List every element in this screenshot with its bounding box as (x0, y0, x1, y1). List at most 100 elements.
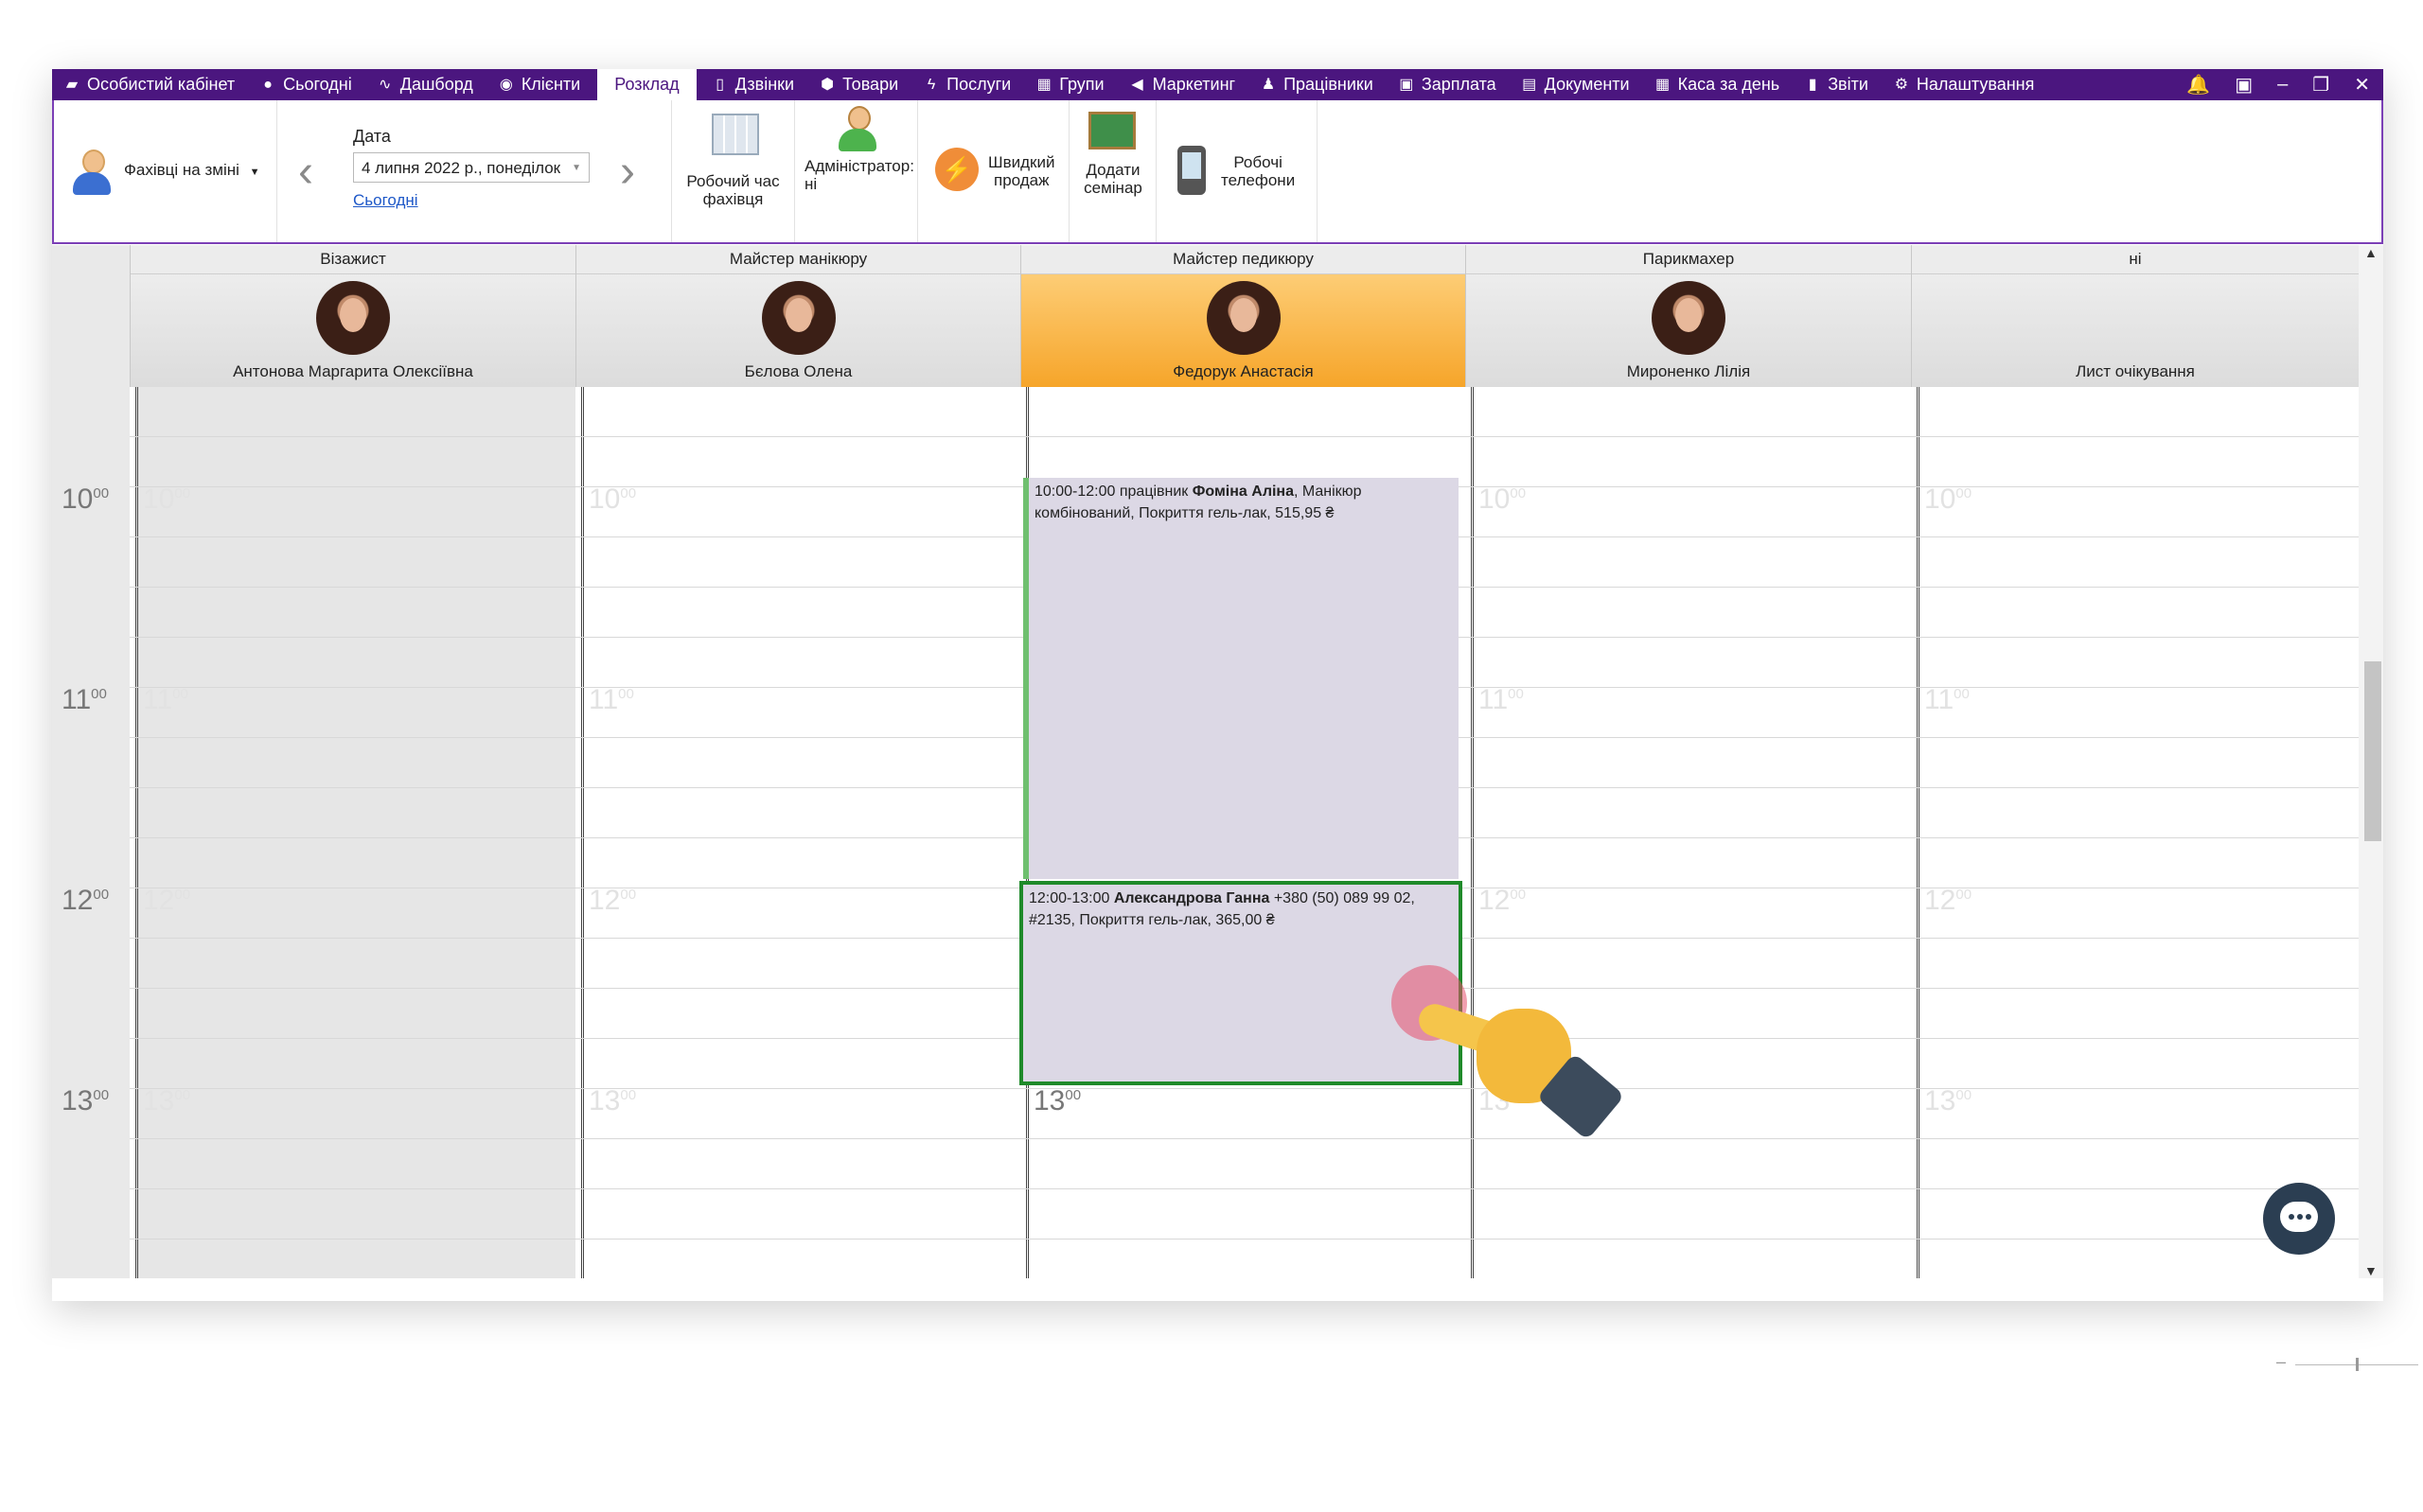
quick-sale-button[interactable]: ⚡ Швидкий продаж (918, 100, 1070, 242)
hour-ghost-label: 1300 (1924, 1085, 1972, 1117)
hour-minutes: 00 (1955, 887, 1972, 903)
hour-minutes: 00 (174, 1087, 191, 1103)
appointment-card[interactable]: 10:00-12:00 працівник Фоміна Аліна, Мані… (1023, 478, 1459, 879)
hour-minutes: 00 (93, 485, 110, 501)
staff-column-header[interactable]: Парикмахер Мироненко Лілія (1465, 245, 1911, 387)
scroll-up-icon[interactable]: ▲ (2364, 245, 2378, 260)
today-link[interactable]: Сьогодні (353, 191, 418, 210)
hour-label: 1100 (62, 684, 107, 716)
quick-sale-label-1: Швидкий (988, 153, 1055, 171)
vertical-scrollbar[interactable]: ▲ ▼ (2359, 245, 2383, 1278)
grid-line (130, 1138, 2359, 1139)
menu-item-14[interactable]: ▮ Звіти (1793, 69, 1882, 100)
menu-item-1[interactable]: ● Сьогодні (248, 69, 365, 100)
date-label: Дата (353, 127, 391, 146)
staff-name: Мироненко Лілія (1626, 362, 1751, 380)
hour-minutes: 00 (1955, 485, 1972, 501)
staff-column-body[interactable] (135, 387, 575, 1278)
menu-item-2[interactable]: ∿ Дашборд (365, 69, 486, 100)
prev-day-button[interactable]: ‹ (298, 146, 313, 198)
hour-minutes: 00 (1508, 686, 1524, 702)
admin-person-icon (837, 106, 878, 153)
chat-bubble-icon (2280, 1202, 2318, 1232)
appointment-time: 12:00-13:00 (1029, 890, 1114, 906)
work-phones-button[interactable]: Робочі телефони (1157, 100, 1318, 242)
hour-value: 11 (143, 684, 173, 715)
add-seminar-button[interactable]: Додати семінар (1070, 100, 1157, 242)
avatar (761, 281, 836, 355)
close-icon[interactable]: ✕ (2354, 73, 2370, 97)
date-value: 4 липня 2022 р., понеділок (362, 159, 561, 177)
hour-value: 10 (143, 483, 175, 515)
minimize-icon[interactable]: – (2277, 74, 2288, 96)
menu-item-9[interactable]: ◀ Маркетинг (1118, 69, 1249, 100)
hour-ghost-label: 1300 (1034, 1085, 1081, 1117)
hour-ghost-label: 1300 (143, 1085, 190, 1117)
hour-ghost-label: 1200 (1924, 885, 1972, 917)
hour-minutes: 00 (1955, 1087, 1972, 1103)
hour-value: 10 (1924, 483, 1956, 515)
menu-item-8[interactable]: ▦ Групи (1024, 69, 1117, 100)
work-time-button[interactable]: Робочий час фахівця (672, 100, 795, 242)
hour-ghost-label: 1100 (1478, 684, 1524, 716)
hour-value: 12 (62, 885, 94, 916)
staff-filter-dropdown[interactable]: Фахівці на зміні ▼ (124, 161, 260, 180)
menu-item-0[interactable]: ▰ Особистий кабінет (52, 69, 248, 100)
menu-item-13[interactable]: ▦ Каса за день (1643, 69, 1794, 100)
menu-item-label: Зарплата (1421, 75, 1496, 94)
zoom-slider[interactable]: – + (2276, 1352, 2423, 1371)
staff-category: Парикмахер (1466, 245, 1911, 274)
menu-item-10[interactable]: ♟ Працівники (1248, 69, 1387, 100)
hour-value: 13 (143, 1085, 175, 1116)
menu-item-5[interactable]: ▯ Дзвінки (700, 69, 807, 100)
document-icon: ▤ (1522, 76, 1537, 93)
menu-item-label: Каса за день (1677, 75, 1780, 94)
staff-category: Майстер манікюру (576, 245, 1020, 274)
hour-ghost-label: 1000 (589, 483, 636, 516)
menu-item-label: Дзвінки (734, 75, 795, 94)
admin-button[interactable]: Адміністратор: ні (795, 100, 918, 242)
menu-item-15[interactable]: ⚙ Налаштування (1882, 69, 2047, 100)
hour-minutes: 00 (93, 1087, 110, 1103)
user-circle-icon: ◉ (499, 76, 513, 93)
menu-item-11[interactable]: ▣ Зарплата (1387, 69, 1510, 100)
menu-item-4[interactable]: Розклад (597, 69, 697, 100)
grid-line (130, 1088, 2359, 1089)
staff-column-header[interactable]: ні Лист очікування (1911, 245, 2359, 387)
staff-column-body[interactable] (581, 387, 1020, 1278)
megaphone-icon: ◀ (1131, 76, 1143, 93)
staff-name: Федорук Анастасія (1173, 362, 1314, 380)
appointment-time: 10:00-12:00 працівник (1035, 483, 1193, 500)
scroll-down-icon[interactable]: ▼ (2364, 1263, 2378, 1278)
date-input[interactable]: 4 липня 2022 р., понеділок ▼ (353, 152, 590, 183)
maximize-icon[interactable]: ❐ (2312, 73, 2329, 97)
window-controls: 🔔 ▣ – ❐ ✕ (2186, 73, 2383, 97)
scroll-thumb[interactable] (2364, 661, 2381, 841)
zoom-out-icon[interactable]: – (2276, 1352, 2286, 1372)
money-icon: ▣ (1399, 76, 1414, 93)
staff-column-header[interactable]: Візажист Антонова Маргарита Олексіївна (130, 245, 575, 387)
staff-column-header[interactable]: Майстер педикюру Федорук Анастасія (1020, 245, 1465, 387)
calendar-grid-icon (712, 114, 759, 155)
lightning-icon: ⚡ (935, 148, 979, 191)
main-menu: ▰ Особистий кабінет ● Сьогодні ∿ Дашборд ◉ Кліє… (52, 69, 2383, 100)
bell-icon[interactable]: 🔔 (2186, 73, 2210, 97)
staff-column-header[interactable]: Майстер манікюру Бєлова Олена (575, 245, 1020, 387)
menu-item-label: Особистий кабінет (87, 75, 236, 94)
menu-item-6[interactable]: ⬢ Товари (807, 69, 911, 100)
hour-ghost-label: 1000 (143, 483, 190, 516)
menu-item-12[interactable]: ▤ Документи (1510, 69, 1643, 100)
hour-value: 11 (589, 684, 619, 715)
hour-minutes: 00 (620, 1087, 637, 1103)
menu-item-7[interactable]: ϟ Послуги (911, 69, 1024, 100)
schedule-toolbar: Фахівці на зміні ▼ ‹ Дата 4 липня 2022 р… (52, 100, 2383, 244)
hour-minutes: 00 (620, 485, 637, 501)
clipboard-icon[interactable]: ▣ (2235, 73, 2253, 97)
zoom-handle[interactable] (2356, 1358, 2359, 1371)
chat-button[interactable] (2263, 1183, 2335, 1255)
menu-item-3[interactable]: ◉ Клієнти (486, 69, 593, 100)
next-day-button[interactable]: › (620, 146, 635, 198)
staff-column-body[interactable] (1917, 387, 2359, 1278)
phone-icon: ▯ (716, 76, 725, 93)
grid-line (130, 436, 2359, 437)
